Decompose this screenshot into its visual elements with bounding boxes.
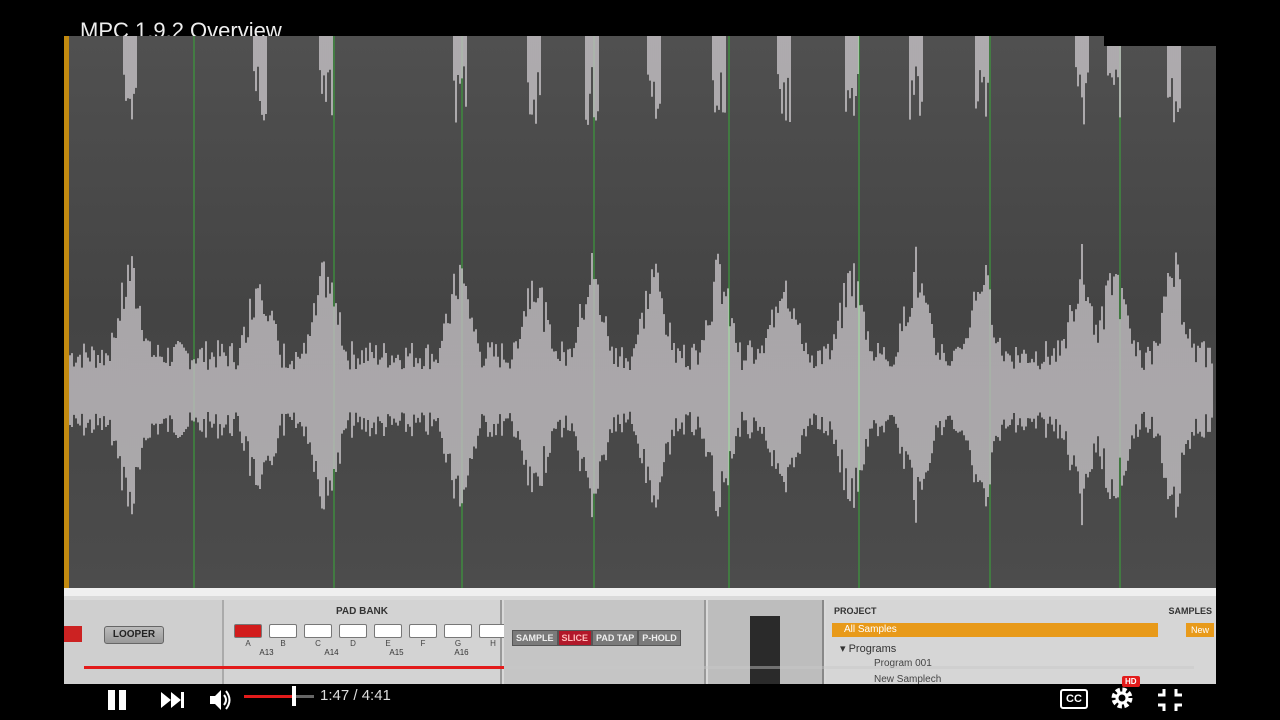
mode-button[interactable]: P-HOLD: [638, 630, 681, 646]
video-progress-fill: [84, 666, 504, 669]
pad-bank-button[interactable]: G: [444, 624, 472, 648]
mode-button[interactable]: PAD TAP: [592, 630, 639, 646]
volume-slider[interactable]: [244, 695, 314, 698]
mode-button[interactable]: SAMPLE: [512, 630, 558, 646]
hd-badge: HD: [1122, 676, 1140, 687]
pad-bank-button[interactable]: H: [479, 624, 507, 648]
pad-bank-letter: C: [315, 639, 321, 648]
looper-section: LOOPER: [64, 600, 224, 684]
pad-bank-letter: G: [454, 639, 462, 648]
pad-bank-letter: H: [490, 639, 496, 648]
pad-bank-title: PAD BANK: [335, 606, 389, 617]
pad-bank-button[interactable]: E: [374, 624, 402, 648]
pad-bank-button[interactable]: B: [269, 624, 297, 648]
programs-tree-item[interactable]: ▾ Programs: [840, 642, 896, 655]
exit-fullscreen-icon[interactable]: [1154, 686, 1186, 714]
volume-icon[interactable]: [208, 686, 234, 714]
pad-bank-letter: A: [245, 639, 251, 648]
level-meter: [708, 600, 824, 684]
playhead-marker: [64, 36, 69, 588]
time-display: 1:47 / 4:41: [320, 687, 391, 704]
captions-button[interactable]: CC: [1060, 689, 1088, 709]
waveform-svg: [64, 36, 1213, 588]
samples-header: SAMPLES: [1168, 606, 1212, 616]
program-item[interactable]: New Samplech: [874, 674, 941, 684]
player-controls: 1:47 / 4:41 CC HD: [0, 676, 1280, 720]
programs-label: Programs: [848, 643, 897, 655]
pad-bank-letter: E: [385, 639, 391, 648]
next-icon[interactable]: [158, 688, 186, 712]
meter-bar: [750, 616, 780, 684]
mode-buttons: SAMPLE SLICE PAD TAP P-HOLD: [512, 630, 681, 646]
all-samples-item[interactable]: All Samples: [832, 623, 1158, 637]
gear-icon[interactable]: [1108, 684, 1136, 712]
mode-section: SAMPLE SLICE PAD TAP P-HOLD: [504, 600, 706, 684]
pad-bank-section: PAD BANK A B C D E F G H A13 A14 A15 A16: [224, 600, 507, 684]
pad-bank-button[interactable]: C: [304, 624, 332, 648]
pad-number: A15: [389, 648, 404, 657]
pad-bank-button[interactable]: A: [234, 624, 262, 648]
video-letterbox: [1104, 36, 1216, 46]
pad-numbers: A13 A14 A15 A16: [234, 648, 494, 657]
pad-number: A14: [324, 648, 339, 657]
pad-number: A13: [259, 648, 274, 657]
pad-bank-button[interactable]: D: [339, 624, 367, 648]
pad-bank-button[interactable]: F: [409, 624, 437, 648]
new-button[interactable]: New: [1186, 623, 1214, 637]
pad-bank-letter: F: [420, 639, 426, 648]
volume-knob[interactable]: [292, 686, 296, 706]
video-progress-bar[interactable]: [84, 666, 1194, 669]
pad-bank-letter: B: [280, 639, 286, 648]
project-header: PROJECT: [834, 606, 877, 616]
pause-icon[interactable]: [106, 688, 128, 712]
pad-number: A16: [454, 648, 469, 657]
pad-bank-letter: D: [350, 639, 356, 648]
video-frame[interactable]: LOOPER PAD BANK A B C D E F G H A13 A14 A15 A16 SA…: [64, 36, 1216, 684]
mpc-control-panel: LOOPER PAD BANK A B C D E F G H A13 A14 A15 A16 SA…: [64, 588, 1216, 684]
project-browser: PROJECT SAMPLES All Samples New ▾ Progra…: [826, 600, 1216, 684]
volume-fill: [244, 695, 293, 698]
waveform-path: [69, 36, 1213, 526]
mode-button[interactable]: SLICE: [557, 630, 593, 646]
looper-button[interactable]: LOOPER: [104, 626, 164, 644]
pad-bank-buttons: A B C D E F G H: [234, 624, 507, 648]
record-indicator: [64, 626, 82, 642]
waveform-display: [64, 36, 1216, 588]
